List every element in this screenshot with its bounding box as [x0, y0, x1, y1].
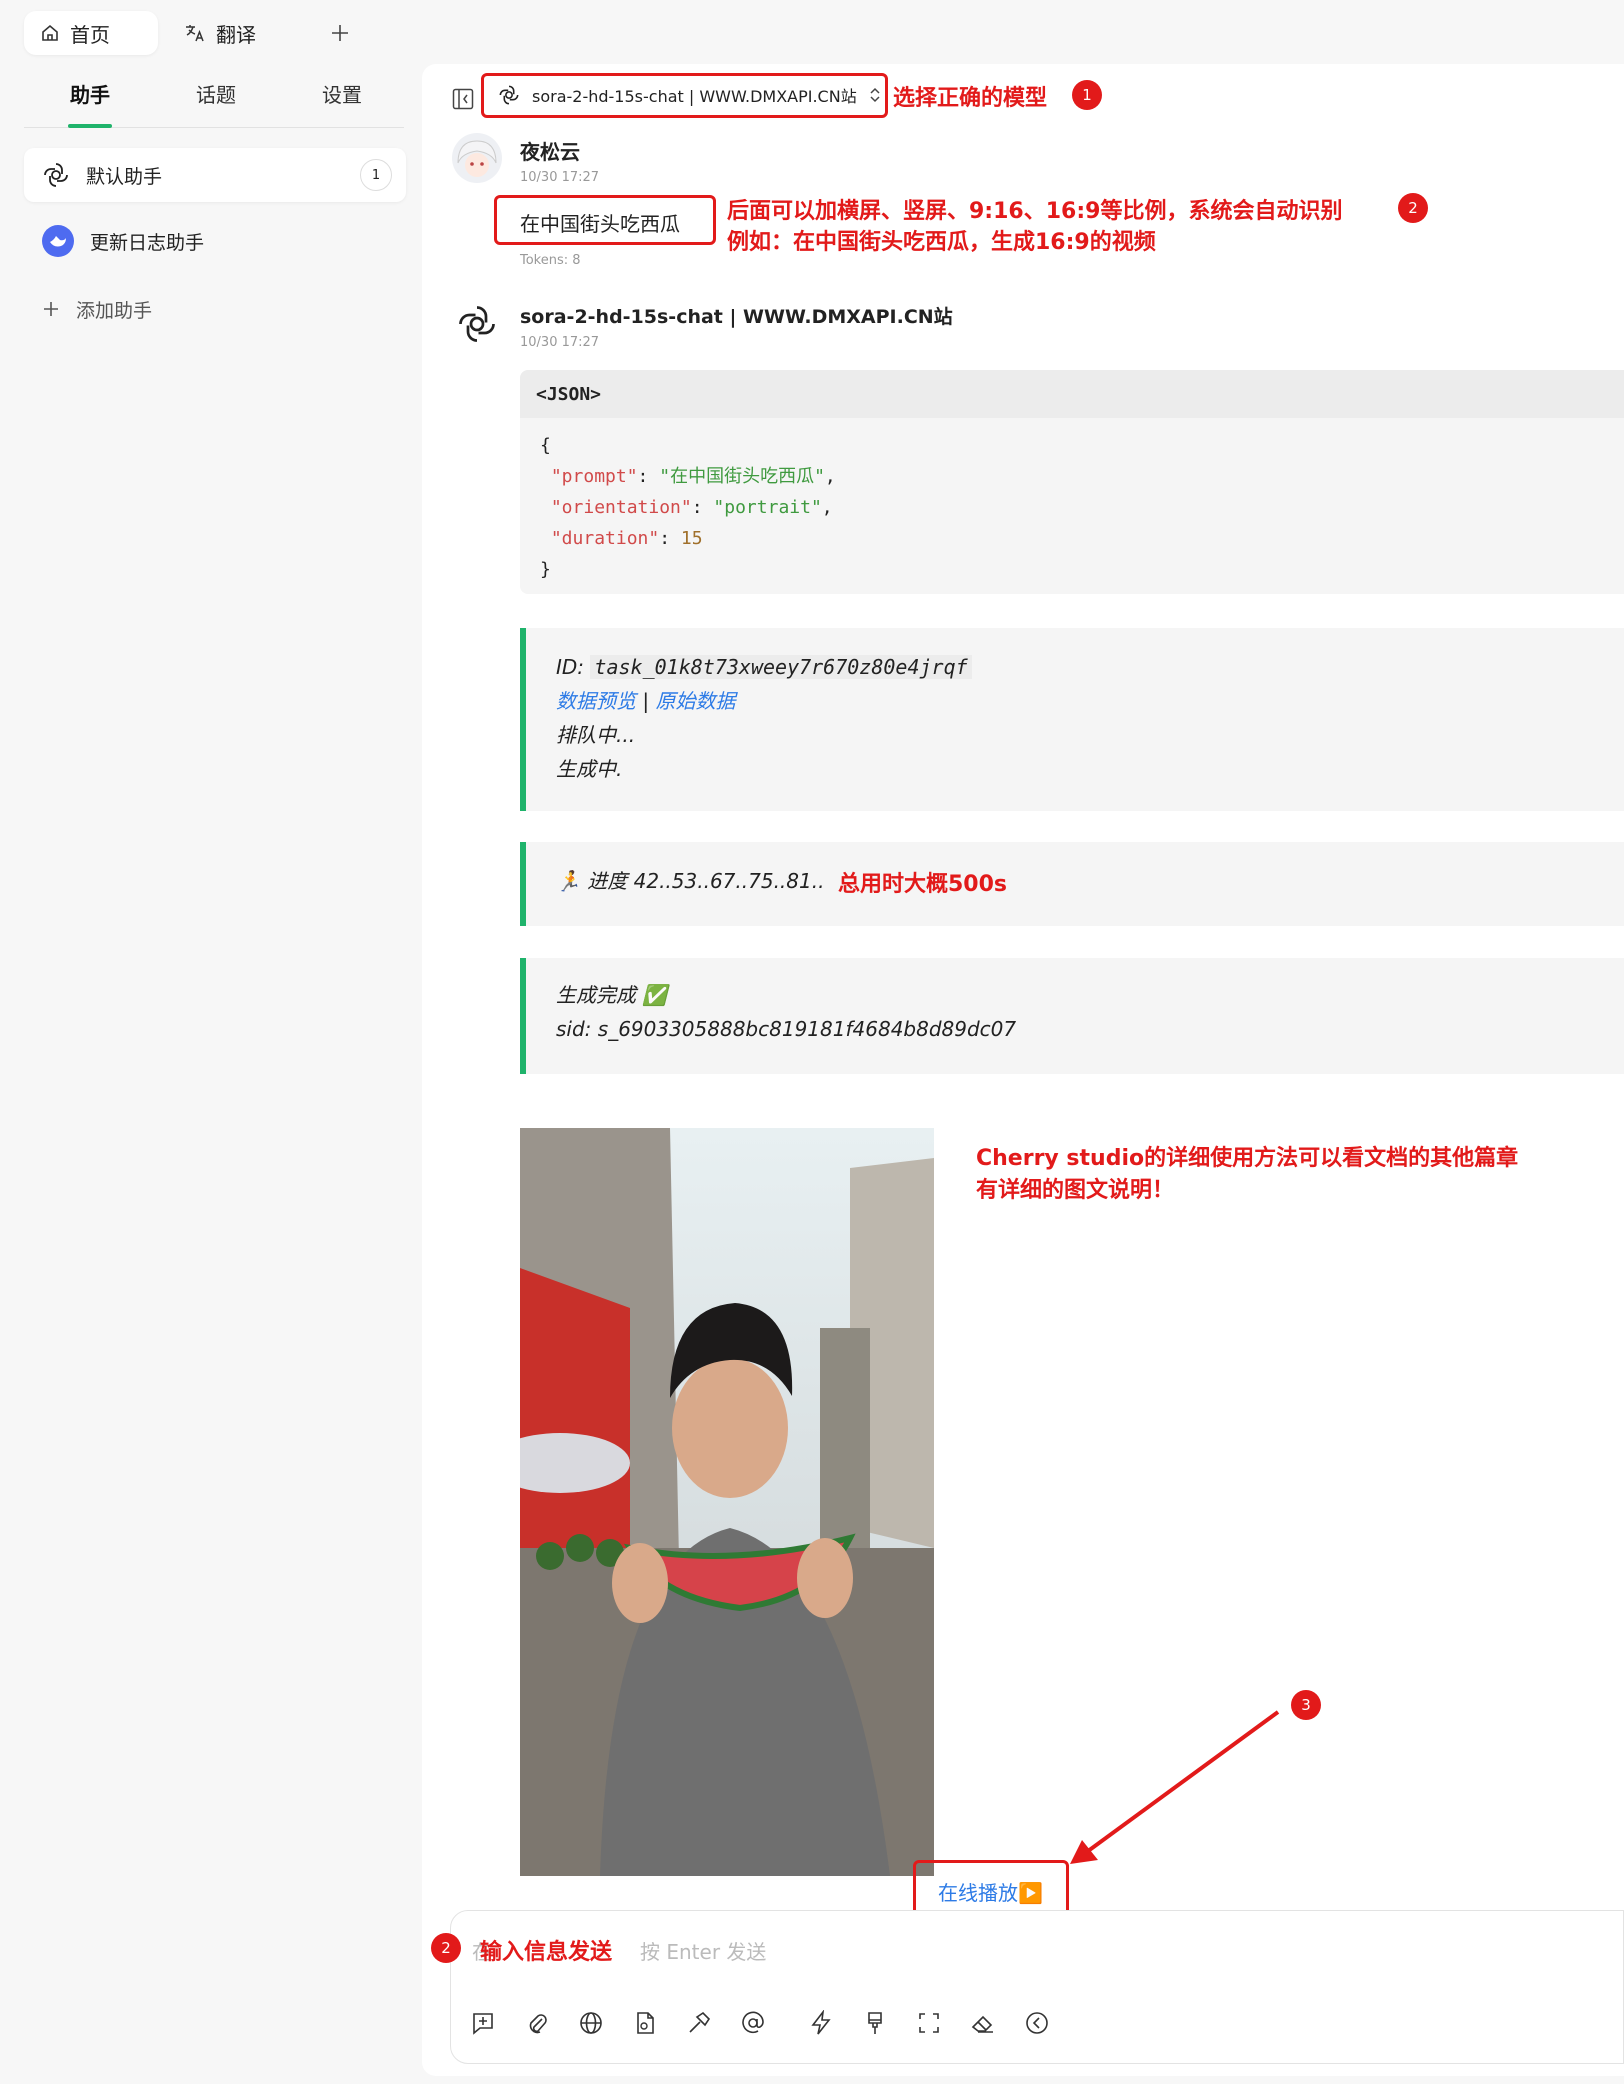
status-quote: ID: task_01k8t73xweey7r670z80e4jrqf 数据预览…	[520, 628, 1624, 811]
tab-settings[interactable]: 设置	[322, 79, 362, 108]
brush-icon[interactable]	[862, 2010, 888, 2036]
plus-icon	[42, 300, 60, 318]
video-thumbnail[interactable]	[520, 1128, 934, 1876]
annotation-number: 3	[1291, 1690, 1321, 1720]
tab-home[interactable]: 首页	[24, 11, 158, 55]
token-count: Tokens: 8	[520, 253, 581, 268]
tab-home-label: 首页	[70, 22, 110, 47]
annotation-text: 后面可以加横屏、竖屏、9:16、16:9等比例，系统会自动识别	[727, 199, 1343, 224]
bot-message-time: 10/30 17:27	[520, 335, 600, 350]
plus-icon	[330, 23, 350, 43]
status-line: 生成中.	[556, 757, 623, 781]
annotation-text: Cherry studio的详细使用方法可以看文档的其他篇章	[976, 1146, 1519, 1171]
sidebar-item-label: 默认助手	[86, 165, 163, 188]
hammer-icon[interactable]	[686, 2010, 712, 2036]
mention-icon[interactable]	[740, 2010, 766, 2036]
new-topic-icon[interactable]	[470, 2010, 496, 2036]
user-message-time: 10/30 17:27	[520, 170, 600, 185]
annotation-text: 总用时大概500s	[838, 872, 1008, 897]
home-icon	[40, 23, 60, 43]
model-name: sora-2-hd-15s-chat | WWW.DMXAPI.CN站	[532, 87, 857, 106]
sidebar-tabs: 助手 话题 设置	[24, 64, 404, 128]
status-line: 排队中...	[556, 723, 636, 747]
add-tab-button[interactable]	[318, 11, 362, 55]
tab-assistants[interactable]: 助手	[70, 79, 110, 108]
task-id: task_01k8t73xweey7r670z80e4jrqf	[590, 655, 972, 679]
annotation-text: 例如：在中国街头吃西瓜，生成16:9的视频	[727, 230, 1156, 255]
fullscreen-icon[interactable]	[916, 2010, 942, 2036]
check-icon: ✅	[642, 983, 668, 1007]
complete-text: 生成完成	[556, 983, 636, 1007]
progress-quote: 🏃 进度 42..53..67..75..81..	[520, 842, 1624, 926]
sidebar-item-label: 更新日志助手	[90, 231, 205, 254]
add-assistant-button[interactable]: 添加助手	[24, 282, 406, 336]
openai-icon	[42, 161, 70, 189]
sidebar-toggle-icon[interactable]	[452, 88, 474, 110]
tab-translate[interactable]: 翻译	[168, 11, 288, 55]
annotation-text: 选择正确的模型	[893, 86, 1048, 111]
user-message-text: 在中国街头吃西瓜	[520, 212, 680, 236]
openai-icon	[498, 84, 520, 106]
code-language: <JSON>	[520, 370, 1624, 418]
model-selector[interactable]: sora-2-hd-15s-chat | WWW.DMXAPI.CN站	[498, 83, 881, 107]
annotation-arrow	[1070, 1710, 1280, 1864]
annotation-text: 有详细的图文说明！	[976, 1178, 1175, 1203]
runner-icon: 🏃	[556, 869, 581, 893]
globe-icon[interactable]	[578, 2010, 604, 2036]
progress-text: 进度 42..53..67..75..81..	[587, 869, 825, 893]
annotation-number: 1	[1072, 80, 1102, 110]
sid-text: sid: s_6903305888bc819181f4684b8d89dc07	[556, 1017, 1017, 1041]
raw-data-link[interactable]: 原始数据	[655, 689, 735, 713]
sidebar: 助手 话题 设置 默认助手 1 更新日志助手 添加助手	[0, 64, 420, 2084]
sidebar-item-default-assistant[interactable]: 默认助手 1	[24, 148, 406, 202]
code-content: { "prompt": "在中国街头吃西瓜", "orientation": "…	[540, 435, 836, 580]
complete-quote: 生成完成 ✅ sid: s_6903305888bc819181f4684b8d…	[520, 958, 1624, 1074]
sidebar-item-changelog-assistant[interactable]: 更新日志助手	[24, 214, 406, 268]
openai-avatar-icon	[456, 303, 498, 345]
collapse-icon[interactable]	[1024, 2010, 1050, 2036]
tab-translate-label: 翻译	[216, 22, 256, 47]
lightning-icon[interactable]	[808, 2010, 834, 2036]
eraser-icon[interactable]	[970, 2010, 996, 2036]
bot-name: sora-2-hd-15s-chat | WWW.DMXAPI.CN站	[520, 306, 953, 328]
top-bar: 首页 翻译	[0, 0, 1624, 64]
play-online-link[interactable]: 在线播放▶️	[938, 1877, 1043, 1906]
annotation-number: 2	[1398, 193, 1428, 223]
user-name: 夜松云	[520, 140, 580, 164]
tab-topics[interactable]: 话题	[196, 79, 236, 108]
chevron-updown-icon	[869, 86, 881, 104]
avatar	[452, 133, 502, 183]
code-block: <JSON> { "prompt": "在中国街头吃西瓜", "orientat…	[520, 370, 1624, 594]
document-icon[interactable]	[632, 2010, 658, 2036]
active-tab-indicator	[68, 124, 112, 128]
count-badge: 1	[360, 159, 392, 191]
attachment-icon[interactable]	[524, 2010, 550, 2036]
translate-icon	[184, 22, 206, 44]
input-toolbar	[450, 1910, 1624, 2064]
whale-icon	[42, 225, 74, 257]
data-preview-link[interactable]: 数据预览	[556, 689, 636, 713]
add-assistant-label: 添加助手	[76, 299, 153, 322]
